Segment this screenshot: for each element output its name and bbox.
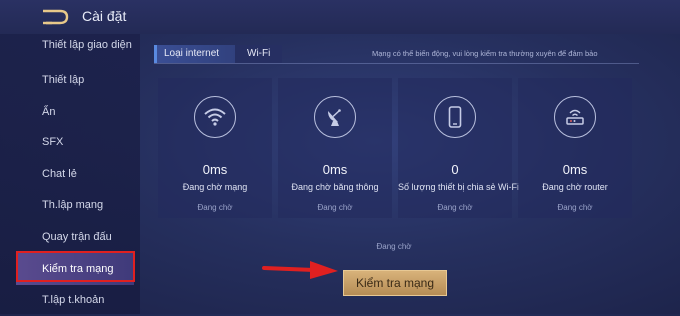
red-arrow-icon (262, 261, 338, 279)
card-status: Đang chờ (197, 203, 233, 212)
card-label: Số lượng thiết bị chia sẻ Wi-Fi (398, 182, 519, 192)
card-label: Đang chờ router (542, 182, 608, 192)
overall-status: Đang chờ (376, 242, 412, 251)
phone-icon (434, 96, 476, 138)
tab-wifi[interactable]: Wi-Fi (235, 45, 282, 63)
sidebar-item-network-settings[interactable]: Th.lập mạng (16, 189, 134, 221)
card-network-latency: 0ms Đang chờ mạng Đang chờ (158, 78, 272, 218)
card-label: Đang chờ băng thông (291, 182, 379, 192)
card-label: Đang chờ mạng (182, 182, 248, 192)
back-arrow-icon[interactable] (40, 9, 70, 25)
sidebar-item-account-settings[interactable]: T.lập t.khoản (16, 284, 134, 316)
sidebar-item-hide[interactable]: Ẩn (16, 96, 134, 128)
router-icon (554, 96, 596, 138)
tab-divider (154, 63, 639, 64)
page-title: Cài đặt (82, 8, 127, 24)
card-value: 0ms (322, 162, 348, 177)
card-value: 0ms (562, 162, 588, 177)
satellite-dish-icon (314, 96, 356, 138)
tab-internet-type[interactable]: Loại internet (157, 45, 235, 63)
top-bar: Cài đặt (0, 0, 680, 34)
sidebar: Thiết lập giao diện Thiết lập Ẩn SFX Cha… (0, 34, 140, 314)
sidebar-item-sfx[interactable]: SFX (16, 126, 134, 158)
card-value: 0ms (202, 162, 228, 177)
sidebar-item-chat[interactable]: Chat lẻ (16, 158, 134, 190)
sidebar-item-network-check[interactable]: Kiểm tra mạng (16, 253, 134, 285)
sidebar-item-replay[interactable]: Quay trận đấu (16, 221, 134, 253)
card-bandwidth: 0ms Đang chờ băng thông Đang chờ (278, 78, 392, 218)
wifi-icon (194, 96, 236, 138)
network-tabs: Loại internet Wi-Fi (154, 45, 282, 63)
card-status: Đang chờ (437, 203, 473, 212)
network-check-button[interactable]: Kiểm tra mạng (343, 270, 447, 296)
card-shared-devices: 0 Số lượng thiết bị chia sẻ Wi-Fi Đang c… (398, 78, 519, 218)
card-status: Đang chờ (317, 203, 353, 212)
card-router: 0ms Đang chờ router Đang chờ (518, 78, 632, 218)
card-status: Đang chờ (557, 203, 593, 212)
card-value: 0 (451, 162, 459, 177)
sidebar-item-settings[interactable]: Thiết lập (16, 64, 134, 96)
network-notice: Mạng có thể biến động, vui lòng kiểm tra… (372, 49, 598, 58)
